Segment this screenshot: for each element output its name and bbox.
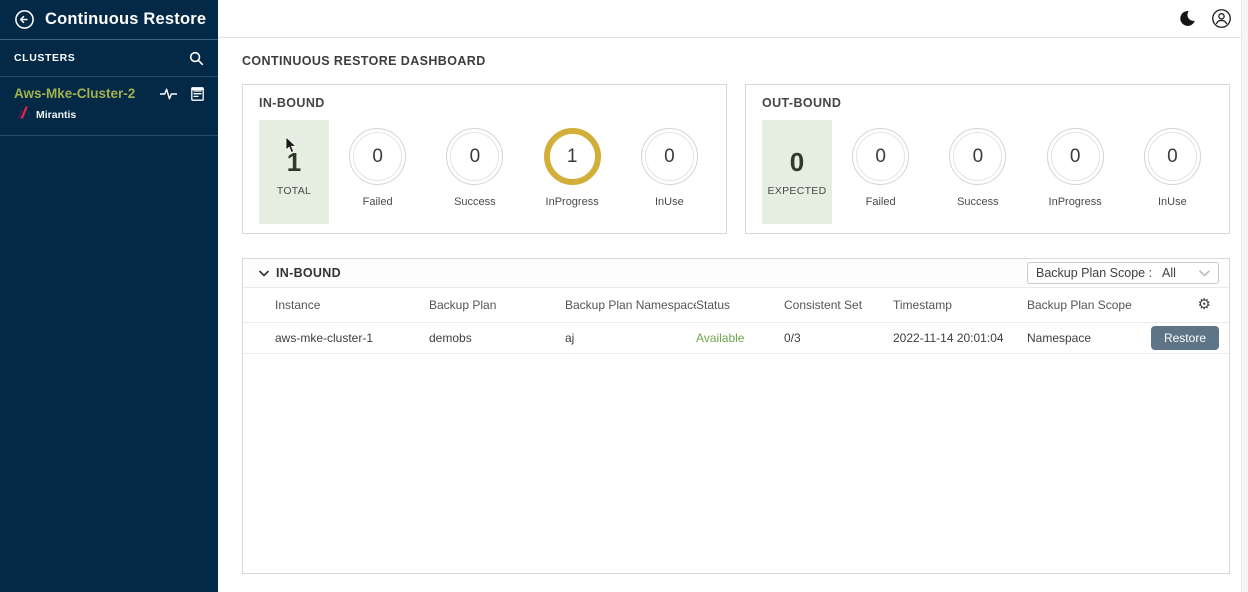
inbound-table-panel: IN-BOUND Backup Plan Scope : All [242,258,1230,574]
stat-circle: 0 [1047,128,1104,185]
col-backup-plan-namespace: Backup Plan Namespace [565,288,696,322]
scrollbar-track[interactable] [1241,0,1248,592]
outbound-expected-label: EXPECTED [768,185,827,197]
stat-circle: 0 [852,128,909,185]
stat-circle: 0 [446,128,503,185]
inbound-stat-failed: 0 Failed [329,118,426,208]
search-icon[interactable] [189,51,204,66]
chevron-down-icon [259,270,269,277]
col-instance: Instance [243,288,429,322]
sidebar-item-cluster[interactable]: Aws-Mke-Cluster-2 [0,77,218,136]
outbound-stats-panel: OUT-BOUND 0 EXPECTED 0 Failed 0 [745,84,1230,234]
outbound-stat-inprogress: 0 InProgress [1027,118,1124,208]
moon-icon[interactable] [1177,9,1196,28]
cluster-vendor-label: Mirantis [36,109,76,121]
cell-status: Available [696,322,784,353]
table-row: aws-mke-cluster-1 demobs aj Available 0/… [243,322,1229,353]
col-backup-plan-scope: Backup Plan Scope [1027,288,1140,322]
stat-circle: 0 [949,128,1006,185]
sidebar: Continuous Restore CLUSTERS Aws-Mke-Clus… [0,0,218,592]
inbound-stat-inuse: 0 InUse [621,118,718,208]
scope-filter-value: All [1162,266,1199,280]
stat-label: Failed [363,196,393,208]
outbound-expected-value: 0 [790,147,804,178]
stat-label: InProgress [1049,196,1102,208]
cluster-name[interactable]: Aws-Mke-Cluster-2 [14,86,160,101]
stat-label: Failed [866,196,896,208]
stat-value: 0 [973,146,984,168]
stat-value: 0 [470,146,481,168]
outbound-panel-title: OUT-BOUND [762,96,1221,110]
report-icon[interactable] [191,87,204,101]
stat-circle: 0 [641,128,698,185]
main-area: CONTINUOUS RESTORE DASHBOARD IN-BOUND 1 … [218,0,1248,592]
col-status: Status [696,288,784,322]
inbound-section-title: IN-BOUND [276,266,341,280]
mirantis-logo [16,105,29,125]
stat-label: Success [454,196,496,208]
cell-namespace: aj [565,322,696,353]
stat-value: 0 [1070,146,1081,168]
clusters-label: CLUSTERS [14,52,75,64]
cell-consistent-set: 0/3 [784,322,893,353]
inbound-stats-panel: IN-BOUND 1 TOTAL 0 Failed 0 [242,84,727,234]
stat-circle-highlighted: 1 [544,128,601,185]
inbound-total-value: 1 [287,147,301,178]
chevron-down-icon [1199,270,1210,277]
cell-instance: aws-mke-cluster-1 [243,322,429,353]
outbound-stat-success: 0 Success [929,118,1026,208]
stat-value: 0 [1167,146,1178,168]
cell-timestamp: 2022-11-14 20:01:04 [893,322,1027,353]
table-settings-gear-icon[interactable]: ⚙ [1198,296,1211,313]
back-icon[interactable] [14,9,35,30]
cell-backup-plan: demobs [429,322,565,353]
user-account-icon[interactable] [1211,8,1232,29]
outbound-stat-inuse: 0 InUse [1124,118,1221,208]
inbound-table-header: IN-BOUND Backup Plan Scope : All [243,259,1229,288]
topbar [218,0,1248,38]
outbound-expected-stat: 0 EXPECTED [762,120,832,224]
stat-label: Success [957,196,999,208]
table-header-row: Instance Backup Plan Backup Plan Namespa… [243,288,1229,322]
stat-value: 1 [567,146,578,168]
inbound-total-stat: 1 TOTAL [259,120,329,224]
inbound-stat-inprogress: 1 InProgress [524,118,621,208]
stat-label: InUse [655,196,684,208]
clusters-section-header: CLUSTERS [0,40,218,77]
scope-filter-label: Backup Plan Scope : [1036,266,1152,280]
stat-value: 0 [372,146,383,168]
cell-scope: Namespace [1027,322,1140,353]
inbound-stat-success: 0 Success [426,118,523,208]
stat-label: InProgress [546,196,599,208]
inbound-section-toggle[interactable]: IN-BOUND [259,266,341,280]
sidebar-header: Continuous Restore [0,0,218,40]
stat-label: InUse [1158,196,1187,208]
backup-plan-scope-select[interactable]: Backup Plan Scope : All [1027,262,1219,284]
pulse-icon[interactable] [160,87,177,101]
inbound-panel-title: IN-BOUND [259,96,718,110]
dashboard-content: CONTINUOUS RESTORE DASHBOARD IN-BOUND 1 … [218,38,1248,592]
inbound-table: Instance Backup Plan Backup Plan Namespa… [243,288,1229,354]
col-consistent-set: Consistent Set [784,288,893,322]
col-timestamp: Timestamp [893,288,1027,322]
stat-circle: 0 [349,128,406,185]
restore-button[interactable]: Restore [1151,326,1219,350]
stat-value: 0 [875,146,886,168]
inbound-total-label: TOTAL [277,185,311,197]
stat-value: 0 [664,146,675,168]
outbound-stat-failed: 0 Failed [832,118,929,208]
page-title: CONTINUOUS RESTORE DASHBOARD [242,54,1230,68]
stat-circle: 0 [1144,128,1201,185]
col-backup-plan: Backup Plan [429,288,565,322]
app-title: Continuous Restore [45,10,206,29]
